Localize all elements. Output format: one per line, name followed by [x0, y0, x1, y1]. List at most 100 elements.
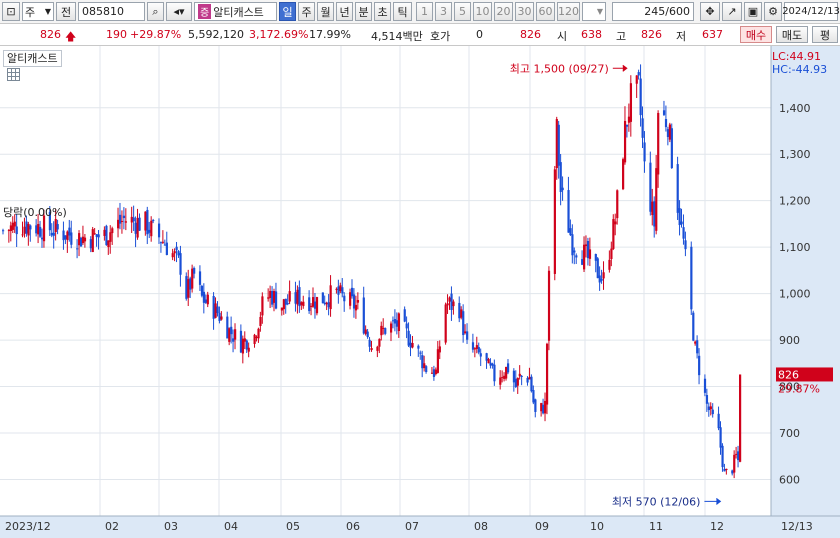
change-amount: 190 — [106, 28, 127, 41]
candle-body — [296, 289, 299, 305]
candle-body — [343, 295, 346, 302]
candle-body — [735, 453, 738, 455]
x-tick-label: 12/13 — [781, 520, 813, 533]
candle-body — [132, 217, 135, 222]
interval-tick[interactable]: 틱 — [393, 2, 412, 21]
stock-name-field[interactable]: 증 알티캐스트 — [194, 2, 277, 21]
candle-body — [668, 124, 672, 140]
interval-day[interactable]: 일 — [279, 2, 296, 21]
candle-body — [68, 227, 71, 236]
tick-button-10[interactable]: 10 — [473, 2, 492, 21]
candle-body — [725, 468, 728, 471]
candle-body — [499, 377, 502, 385]
candle-body — [627, 116, 631, 123]
candle-body — [118, 214, 122, 224]
candle-body — [165, 242, 168, 255]
candle-body — [717, 413, 720, 429]
y-axis-panel — [771, 46, 840, 516]
candle-body — [622, 159, 625, 190]
period-combo-value: 주 — [25, 5, 36, 19]
tick-button-1[interactable]: 1 — [416, 2, 433, 21]
layout-icon[interactable]: ⊡ — [2, 2, 20, 21]
candle-body — [678, 208, 681, 226]
candle-body — [152, 220, 155, 222]
interval-minute[interactable]: 분 — [355, 2, 372, 21]
candle-body — [239, 330, 243, 353]
price-chart[interactable]: 6007008009001,0001,1001,2001,3001,400 20… — [0, 46, 840, 538]
candle-body — [220, 316, 223, 320]
prefix-button[interactable]: 전 — [56, 2, 76, 21]
candle-body — [2, 230, 5, 232]
candle-body — [356, 300, 360, 303]
candle-body — [643, 142, 646, 162]
buy-button[interactable]: 매수 — [740, 26, 772, 43]
candle-body — [493, 364, 496, 382]
tick-button-30[interactable]: 30 — [515, 2, 534, 21]
candle-body — [40, 237, 44, 240]
gear-icon[interactable]: ⚙ — [764, 2, 782, 21]
interval-year[interactable]: 년 — [336, 2, 353, 21]
interval-week[interactable]: 주 — [298, 2, 315, 21]
code-input[interactable]: 085810 — [78, 2, 145, 21]
tick-button-120[interactable]: 120 — [557, 2, 580, 21]
candle-body — [655, 168, 658, 231]
candle-body — [629, 83, 633, 122]
sell-button[interactable]: 매도 — [776, 26, 808, 43]
period-combo[interactable]: 주 ▼ — [22, 2, 54, 21]
candle-body — [150, 220, 153, 237]
candle-body — [641, 118, 644, 138]
candle-body — [312, 297, 315, 307]
candle-body — [698, 355, 701, 376]
candle-body — [505, 366, 508, 379]
draw-tools-icon[interactable]: ↗ — [722, 2, 742, 21]
candle-body — [13, 221, 16, 227]
candle-body — [329, 285, 332, 310]
candle-body — [405, 323, 408, 329]
candle-body — [253, 334, 256, 344]
candle-body — [382, 327, 385, 329]
candle-body — [323, 302, 326, 305]
speaker-icon[interactable]: ◂▾ — [166, 2, 192, 21]
left-annotation: 당락(0.00%) — [3, 206, 67, 219]
date-field[interactable]: 2024/12/13 — [782, 2, 840, 21]
change-percent: +29.87% — [130, 28, 182, 41]
tick-button-20[interactable]: 20 — [494, 2, 513, 21]
y-tick-label: 1,200 — [779, 195, 811, 208]
interval-month[interactable]: 월 — [317, 2, 334, 21]
candle-body — [432, 369, 436, 377]
interval-second[interactable]: 초 — [374, 2, 391, 21]
candle-body — [76, 248, 79, 250]
candle-body — [411, 342, 414, 348]
grid-toggle-icon[interactable] — [7, 68, 20, 81]
page-count-field[interactable]: 245/600 — [612, 2, 694, 21]
tick-button-3[interactable]: 3 — [435, 2, 452, 21]
candle-body — [438, 346, 441, 353]
candle-body — [362, 297, 365, 334]
candle-body — [280, 307, 284, 311]
candle-body — [241, 338, 245, 354]
save-icon[interactable]: ▣ — [744, 2, 762, 21]
tick-button-60[interactable]: 60 — [536, 2, 555, 21]
candle-body — [458, 302, 461, 319]
candle-body — [204, 299, 207, 303]
candle-body — [553, 169, 556, 274]
candle-body — [171, 253, 174, 258]
candle-body — [27, 223, 30, 236]
candle-body — [179, 253, 182, 275]
candle-body — [662, 110, 666, 115]
candle-body — [444, 304, 447, 343]
candle-body — [29, 225, 32, 230]
crosshair-icon[interactable]: ✥ — [700, 2, 720, 21]
chart-legend[interactable]: 알티캐스트 — [3, 50, 62, 67]
candle-body — [542, 404, 545, 414]
tick-button-5[interactable]: 5 — [454, 2, 471, 21]
candle-body — [423, 363, 426, 369]
candle-body — [395, 320, 399, 327]
search-icon[interactable]: ⌕ — [147, 2, 164, 21]
candle-body — [380, 325, 383, 336]
eval-button[interactable]: 평 — [812, 26, 838, 43]
tick-combo[interactable]: ▼ — [582, 2, 606, 21]
candle-body — [397, 313, 400, 332]
candle-body — [117, 219, 120, 229]
candle-body — [50, 232, 53, 236]
